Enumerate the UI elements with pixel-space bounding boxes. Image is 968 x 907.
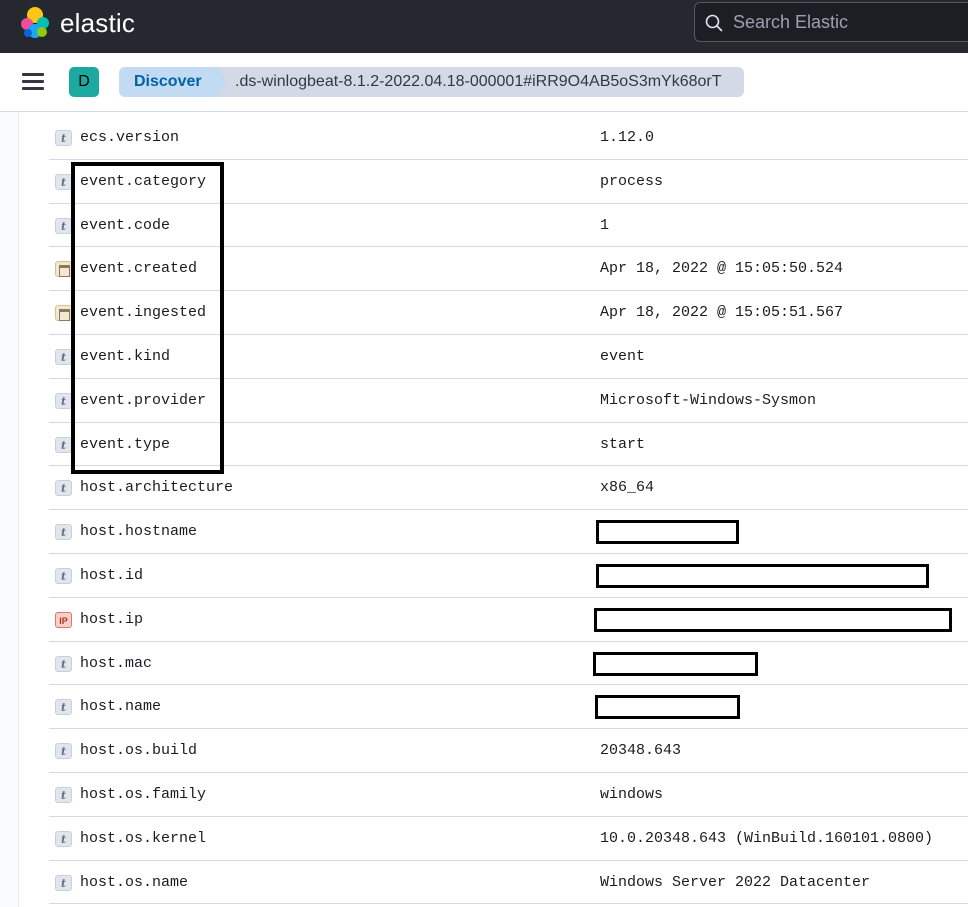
field-name: event.category	[80, 172, 207, 190]
string-type-icon: t	[55, 655, 72, 672]
redacted-value-box	[595, 695, 740, 720]
field-name: ecs.version	[80, 129, 180, 146]
field-value: Apr 18, 2022 @ 15:05:50.524	[600, 260, 844, 278]
field-value: Microsoft-Windows-Sysmon	[600, 391, 817, 409]
ip-type-icon: IP	[55, 611, 72, 628]
calendar-icon	[55, 305, 72, 322]
search-input[interactable]	[733, 3, 968, 41]
field-name: host.os.kernel	[80, 829, 207, 847]
redacted-value-box	[593, 651, 758, 676]
space-avatar[interactable]: D	[69, 67, 99, 97]
global-search[interactable]	[694, 2, 968, 42]
field-value: 10.0.20348.643 (WinBuild.160101.0800)	[600, 829, 934, 847]
field-name: host.name	[80, 698, 162, 716]
document-panel: t ecs.version 1.12.0 t event.category process…	[18, 112, 968, 907]
field-value: 1	[600, 216, 610, 234]
field-name: host.os.name	[80, 873, 189, 891]
string-type-icon: t	[55, 480, 72, 497]
field-name: host.os.family	[80, 785, 207, 803]
calendar-icon	[55, 261, 72, 278]
table-row[interactable]: t host.os.family windows	[49, 773, 968, 817]
string-type-icon: t	[55, 217, 72, 234]
table-row[interactable]: IP host.ip	[49, 598, 968, 642]
search-icon	[705, 14, 723, 32]
table-row[interactable]: t event.category process	[49, 160, 968, 204]
table-row[interactable]: t event.code 1	[49, 204, 968, 248]
string-type-icon: t	[55, 699, 72, 716]
field-name: host.mac	[80, 654, 153, 672]
hamburger-menu-icon[interactable]	[22, 71, 46, 93]
table-row[interactable]: event.created Apr 18, 2022 @ 15:05:50.524	[49, 247, 968, 292]
string-type-icon: t	[55, 830, 72, 847]
field-name: host.architecture	[80, 479, 234, 497]
field-name: event.provider	[80, 391, 207, 409]
top-header: elastic	[0, 0, 968, 53]
table-row[interactable]: t host.os.name Windows Server 2022 Datacen…	[49, 861, 968, 905]
redacted-value-box	[596, 520, 739, 545]
table-row[interactable]: event.ingested Apr 18, 2022 @ 15:05:51.56…	[49, 291, 968, 335]
breadcrumb-bar: D .ds-winlogbeat-8.1.2-2022.04.18-000001…	[0, 53, 968, 112]
field-value: start	[600, 435, 646, 453]
field-name: event.created	[80, 260, 198, 278]
table-row[interactable]: t host.os.kernel 10.0.20348.643 (WinBuild.…	[49, 817, 968, 861]
string-type-icon: t	[55, 392, 72, 409]
field-value: Apr 18, 2022 @ 15:05:51.567	[600, 304, 844, 322]
field-value: 20348.643	[600, 742, 682, 760]
table-row[interactable]: t event.provider Microsoft-Windows-Sysmon	[49, 379, 968, 423]
field-value: Windows Server 2022 Datacenter	[600, 873, 871, 891]
redacted-value-box	[596, 563, 929, 588]
table-row[interactable]: t host.os.build 20348.643	[49, 729, 968, 773]
string-type-icon: t	[55, 348, 72, 365]
table-row[interactable]: t event.type start	[49, 423, 968, 467]
string-type-icon: t	[55, 173, 72, 190]
string-type-icon: t	[55, 743, 72, 760]
string-type-icon: t	[55, 436, 72, 453]
table-row[interactable]: t host.id	[49, 554, 968, 598]
field-value: event	[600, 347, 646, 365]
string-type-icon: t	[55, 524, 72, 541]
string-type-icon: t	[55, 130, 72, 146]
table-row[interactable]: t host.architecture x86_64	[49, 466, 968, 511]
field-table: t ecs.version 1.12.0 t event.category process…	[49, 112, 968, 905]
elastic-logo-icon[interactable]	[18, 6, 52, 40]
field-name: event.code	[80, 216, 171, 234]
field-name: host.hostname	[80, 523, 198, 541]
field-name: event.kind	[80, 347, 171, 365]
field-value: 1.12.0	[600, 129, 655, 146]
field-name: event.ingested	[80, 304, 207, 322]
table-row[interactable]: t event.kind event	[49, 335, 968, 379]
field-name: host.id	[80, 566, 144, 584]
content-area: t ecs.version 1.12.0 t event.category process…	[0, 112, 968, 907]
field-value: x86_64	[600, 479, 655, 497]
string-type-icon: t	[55, 874, 72, 891]
table-row[interactable]: t host.hostname	[49, 510, 968, 554]
field-name: host.os.build	[80, 742, 198, 760]
table-row[interactable]: t host.mac	[49, 642, 968, 686]
field-name: event.type	[80, 435, 171, 453]
table-row[interactable]: t ecs.version 1.12.0	[49, 116, 968, 160]
field-value: windows	[600, 785, 664, 803]
breadcrumb-document: .ds-winlogbeat-8.1.2-2022.04.18-000001#i…	[213, 67, 744, 97]
string-type-icon: t	[55, 567, 72, 584]
redacted-value-box	[594, 607, 952, 632]
breadcrumb-discover[interactable]: Discover	[119, 67, 228, 97]
table-row[interactable]: t host.name	[49, 685, 968, 730]
string-type-icon: t	[55, 786, 72, 803]
brand-name: elastic	[60, 8, 136, 38]
field-name: host.ip	[80, 610, 144, 628]
field-value: process	[600, 172, 664, 190]
